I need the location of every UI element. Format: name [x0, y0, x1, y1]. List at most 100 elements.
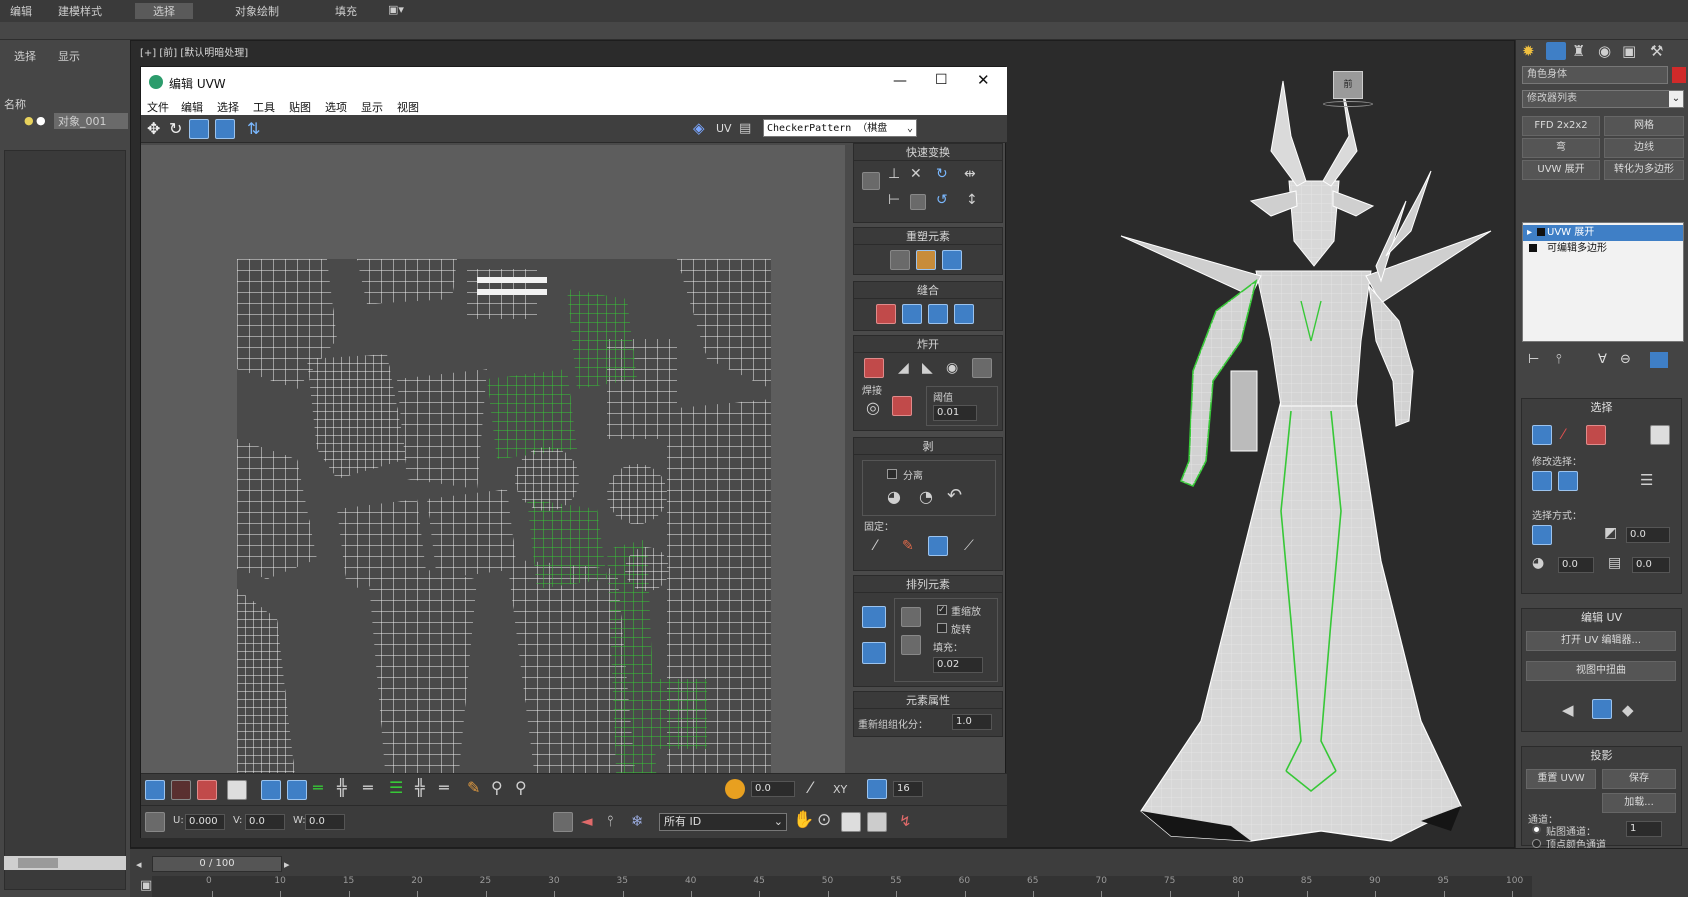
ring-shrink-icon[interactable]: ═ [363, 778, 373, 797]
rollout-title[interactable]: 缝合 [854, 282, 1002, 299]
edge-select-icon[interactable]: ⁄ [1562, 427, 1564, 443]
light-bulb-icon[interactable] [1537, 228, 1545, 236]
pin-filter-icon[interactable]: ⫯ [607, 812, 614, 830]
rollout-title[interactable]: 排列元素 [854, 576, 1002, 593]
mirror-icon[interactable]: ⇅ [247, 119, 260, 138]
stitch-average-icon[interactable] [928, 304, 948, 324]
map-channel-radio[interactable] [1532, 825, 1541, 834]
pin-icon[interactable]: ⁄ [874, 538, 876, 554]
view-cube-ring[interactable] [1323, 101, 1373, 107]
uv-editor-canvas[interactable] [141, 145, 845, 793]
element-mode-icon[interactable] [227, 780, 247, 800]
explode-settings-icon[interactable] [972, 358, 992, 378]
stack-item-poly[interactable]: 可编辑多边形 [1523, 241, 1683, 257]
weld-selected-icon[interactable] [892, 396, 912, 416]
pan-icon[interactable]: ✋ [793, 810, 814, 830]
tweak-in-view-button[interactable]: 视图中扭曲 [1526, 661, 1676, 681]
stitch-target-icon[interactable] [902, 304, 922, 324]
rollout-title[interactable]: 重塑元素 [854, 228, 1002, 245]
bulb-icon[interactable]: ● [24, 114, 34, 127]
remove-modifier-icon[interactable]: ⊖ [1620, 352, 1631, 367]
scale-icon[interactable] [189, 119, 209, 139]
align-v-icon[interactable]: ✕ [910, 166, 922, 182]
rollout-title[interactable]: 炸开 [854, 336, 1002, 353]
loop-shrink-icon[interactable]: ═ [439, 778, 449, 797]
show-end-icon[interactable]: ⫯ [1556, 352, 1562, 367]
selected-object[interactable]: 对象_001 [54, 113, 128, 129]
display-tab-icon[interactable]: ▣ [1622, 42, 1636, 60]
angle-spinner[interactable]: 0.0 [751, 781, 795, 797]
loop-icon[interactable]: ☰ [389, 778, 403, 797]
menu-mapping[interactable]: 贴图 [289, 99, 311, 115]
menu-tools[interactable]: 工具 [253, 99, 275, 115]
padding-spinner[interactable]: 0.02 [933, 657, 983, 673]
viewport-label[interactable]: [+] [前] [默认明暗处理] [140, 44, 248, 59]
menu-populate[interactable]: 填充 [335, 3, 357, 19]
bend-button[interactable]: 弯 [1522, 138, 1600, 158]
configure-icon[interactable] [1650, 352, 1668, 368]
rollout-title[interactable]: 剥 [854, 438, 1002, 455]
menu-modeling[interactable]: 建模样式 [58, 3, 102, 19]
time-next-icon[interactable]: ▸ [284, 858, 290, 871]
pack-custom-icon[interactable] [862, 606, 886, 628]
ffd-button[interactable]: FFD 2x2x2 [1522, 116, 1600, 136]
vertex-mode-icon[interactable] [145, 780, 165, 800]
space-h-icon[interactable]: ⇹ [964, 166, 976, 182]
offset-spinner[interactable]: 16 [893, 781, 923, 797]
paint-grow-icon[interactable]: ⚲ [491, 778, 503, 797]
loop-select-icon[interactable]: ☰ [1640, 471, 1653, 489]
poly-select-icon[interactable] [1586, 425, 1606, 445]
vertex-select-icon[interactable] [1532, 425, 1552, 445]
pack-together-icon[interactable] [901, 607, 921, 627]
id-filter-dropdown[interactable]: 所有 ID ⌄ [659, 813, 787, 831]
projection-title[interactable]: 投影 [1522, 747, 1681, 765]
falloff-icon[interactable]: ⁄ [809, 778, 812, 797]
relax-settings-icon[interactable] [942, 250, 962, 270]
mesh-button[interactable]: 网格 [1604, 116, 1684, 136]
stack-item-unwrap[interactable]: ▸ UVW 展开 [1523, 225, 1683, 241]
absolute-toggle-icon[interactable] [145, 812, 165, 832]
uv-space[interactable] [237, 259, 771, 793]
menu-more-icon[interactable]: ▣▾ [388, 3, 404, 16]
menu-edit-uv[interactable]: 编辑 [181, 99, 203, 115]
zoom-icon[interactable]: ⊙ [817, 810, 831, 830]
angle-spinner-b[interactable]: 0.0 [1558, 557, 1594, 573]
edge-button[interactable]: 边线 [1604, 138, 1684, 158]
create-tab-icon[interactable]: ✹ [1522, 42, 1535, 60]
angle-spinner-c[interactable]: 0.0 [1632, 557, 1670, 573]
quick-map-icon[interactable] [1592, 699, 1612, 719]
tab-display[interactable]: 显示 [58, 48, 80, 64]
flatten-icon[interactable]: ◢ [898, 360, 909, 376]
rollout-title[interactable]: 快速变换 [854, 144, 1002, 161]
utilities-tab-icon[interactable]: ⚒ [1650, 42, 1663, 60]
relax-icon[interactable] [916, 250, 936, 270]
object-list[interactable] [4, 150, 126, 890]
reset-uvw-button[interactable]: 重置 UVW [1526, 769, 1596, 789]
menu-file[interactable]: 文件 [147, 99, 169, 115]
align-corner-icon[interactable]: ⊢ [888, 192, 900, 208]
detach-checkbox[interactable] [887, 469, 897, 479]
snowflake-icon[interactable]: ❄ [631, 812, 644, 830]
pin-stack-icon[interactable]: ⊢ [1528, 352, 1539, 367]
menu-select[interactable]: 选择 [135, 3, 193, 19]
vertex-color-radio[interactable] [1532, 839, 1541, 848]
rotate-checkbox[interactable] [937, 623, 947, 633]
stitch-source-icon[interactable] [954, 304, 974, 324]
lock-selection-icon[interactable] [553, 812, 573, 832]
checker-icon[interactable]: ▤ [739, 121, 751, 136]
face-mode-icon[interactable] [197, 780, 217, 800]
save-button[interactable]: 保存 [1602, 769, 1676, 789]
show-map-icon[interactable]: ◈ [693, 119, 705, 137]
time-prev-icon[interactable]: ◂ [136, 858, 142, 871]
modifier-stack[interactable]: ▸ UVW 展开 可编辑多边形 [1522, 222, 1684, 342]
quick-peel-icon[interactable]: ◕ [887, 487, 901, 506]
make-unique-icon[interactable]: ∀ [1598, 352, 1607, 367]
space-v-icon[interactable]: ↕ [966, 192, 978, 208]
flatten-angle-icon[interactable]: ◣ [922, 360, 933, 376]
hierarchy-tab-icon[interactable]: ♜ [1572, 42, 1585, 60]
select-by-angle-icon[interactable]: ◩ [1604, 525, 1617, 541]
weld-target-icon[interactable]: ◎ [866, 398, 880, 417]
stitch-custom-icon[interactable] [876, 304, 896, 324]
pack-settings-icon[interactable] [901, 635, 921, 655]
menu-object-paint[interactable]: 对象绘制 [235, 3, 279, 19]
